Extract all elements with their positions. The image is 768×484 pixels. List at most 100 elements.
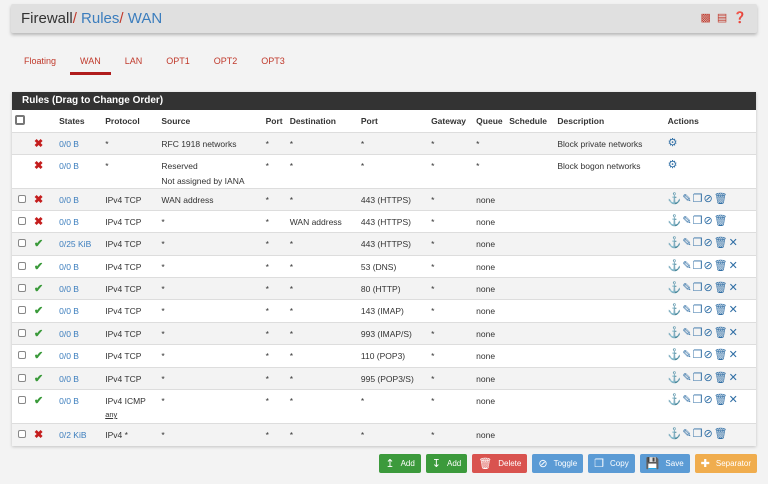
add-button[interactable]: ↥ Add	[379, 454, 421, 473]
select-all-checkbox[interactable]	[15, 114, 25, 125]
edit-icon[interactable]: ✎	[682, 349, 692, 361]
delete-icon[interactable]: 🗑	[714, 394, 729, 406]
copy-icon[interactable]: ❐	[693, 394, 704, 406]
tab-floating[interactable]: Floating	[14, 56, 66, 76]
anchor-icon[interactable]: ⚓	[668, 193, 683, 205]
copy-icon[interactable]: ❐	[693, 193, 704, 205]
edit-icon[interactable]: ✎	[682, 193, 692, 205]
disable-icon[interactable]: ⊘	[703, 282, 713, 294]
remove-icon[interactable]: ✕	[729, 372, 739, 384]
tab-lan[interactable]: LAN	[115, 56, 153, 76]
chart-icon[interactable]: ▩	[700, 12, 710, 24]
delete-icon[interactable]: 🗑	[714, 372, 729, 384]
separator-button[interactable]: ✚ Separator	[694, 454, 757, 473]
copy-icon[interactable]: ❐	[693, 349, 704, 361]
delete-icon[interactable]: 🗑	[714, 237, 729, 249]
crumb-wan[interactable]: WAN	[128, 10, 162, 27]
save-button[interactable]: 💾 Save	[639, 454, 690, 473]
row-checkbox[interactable]	[18, 328, 26, 337]
states-link[interactable]: 0/0 B	[59, 306, 79, 316]
gear-icon[interactable]: ⚙	[668, 159, 679, 171]
delete-button[interactable]: 🗑 Delete	[472, 454, 528, 473]
row-checkbox[interactable]	[18, 284, 26, 293]
edit-icon[interactable]: ✎	[682, 372, 692, 384]
table-row[interactable]: ✔ 0/0 B IPv4 TCP * * * 143 (IMAP) * none ⚓✎❐⊘🗑✕	[12, 299, 756, 323]
anchor-icon[interactable]: ⚓	[668, 428, 683, 440]
list-icon[interactable]: ▤	[717, 12, 727, 24]
states-link[interactable]: 0/0 B	[59, 374, 79, 384]
disable-icon[interactable]: ⊘	[703, 215, 713, 227]
disable-icon[interactable]: ⊘	[703, 428, 713, 440]
disable-icon[interactable]: ⊘	[703, 372, 713, 384]
disable-icon[interactable]: ⊘	[703, 193, 713, 205]
states-link[interactable]: 0/0 B	[59, 396, 79, 406]
table-row[interactable]: ✔ 0/25 KiB IPv4 TCP * * * 443 (HTTPS) * none ⚓✎❐⊘…	[12, 232, 756, 256]
delete-icon[interactable]: 🗑	[714, 428, 729, 440]
icmp-type-link[interactable]: any	[105, 410, 157, 419]
anchor-icon[interactable]: ⚓	[668, 327, 683, 339]
row-checkbox[interactable]	[18, 373, 26, 382]
add-button[interactable]: ↧ Add	[425, 454, 468, 473]
copy-icon[interactable]: ❐	[693, 304, 704, 316]
anchor-icon[interactable]: ⚓	[668, 349, 683, 361]
table-row[interactable]: ✔ 0/0 B IPv4 TCP * * * 993 (IMAP/S) * none ⚓✎❐⊘🗑✕	[12, 321, 756, 345]
states-link[interactable]: 0/0 B	[59, 284, 79, 294]
crumb-rules[interactable]: Rules	[81, 10, 119, 27]
copy-button[interactable]: ❐ Copy	[588, 454, 635, 473]
copy-icon[interactable]: ❐	[693, 372, 704, 384]
copy-icon[interactable]: ❐	[693, 260, 704, 272]
table-row[interactable]: ✔ 0/0 B IPv4 TCP * * * 80 (HTTP) * none ⚓✎❐⊘🗑✕	[12, 277, 756, 300]
states-link[interactable]: 0/0 B	[59, 217, 79, 227]
states-link[interactable]: 0/2 KiB	[59, 430, 86, 440]
anchor-icon[interactable]: ⚓	[668, 394, 683, 406]
edit-icon[interactable]: ✎	[682, 327, 692, 339]
anchor-icon[interactable]: ⚓	[668, 215, 683, 227]
edit-icon[interactable]: ✎	[682, 428, 692, 440]
disable-icon[interactable]: ⊘	[703, 304, 713, 316]
table-row[interactable]: ✖ 0/0 B * Reserved Not assigned by IANA * * * * *…	[12, 153, 756, 188]
table-row[interactable]: ✖ 0/0 B IPv4 TCP WAN address * * 443 (HTTPS) * n…	[12, 187, 756, 211]
states-link[interactable]: 0/0 B	[59, 161, 79, 171]
row-checkbox[interactable]	[18, 430, 26, 439]
delete-icon[interactable]: 🗑	[714, 349, 729, 361]
remove-icon[interactable]: ✕	[729, 394, 739, 406]
remove-icon[interactable]: ✕	[729, 260, 739, 272]
delete-icon[interactable]: 🗑	[714, 327, 729, 339]
states-link[interactable]: 0/0 B	[59, 139, 79, 149]
anchor-icon[interactable]: ⚓	[668, 372, 683, 384]
delete-icon[interactable]: 🗑	[714, 282, 729, 294]
copy-icon[interactable]: ❐	[693, 282, 704, 294]
states-link[interactable]: 0/0 B	[59, 195, 79, 205]
row-checkbox[interactable]	[18, 239, 26, 248]
copy-icon[interactable]: ❐	[693, 237, 704, 249]
table-row[interactable]: ✔ 0/0 B IPv4 TCP * * * 53 (DNS) * none ⚓✎❐⊘🗑✕	[12, 254, 756, 278]
table-row[interactable]: ✖ 0/0 B IPv4 TCP * * WAN address 443 (HTTPS) * n…	[12, 209, 756, 233]
toggle-button[interactable]: ⊘ Toggle	[532, 454, 584, 473]
anchor-icon[interactable]: ⚓	[668, 304, 683, 316]
row-checkbox[interactable]	[18, 306, 26, 315]
remove-icon[interactable]: ✕	[729, 304, 739, 316]
row-checkbox[interactable]	[18, 396, 26, 405]
anchor-icon[interactable]: ⚓	[668, 237, 683, 249]
states-link[interactable]: 0/0 B	[59, 262, 79, 272]
row-checkbox[interactable]	[18, 261, 26, 270]
table-row[interactable]: ✔ 0/0 B IPv4 TCP * * * 995 (POP3/S) * none ⚓✎❐⊘🗑✕	[12, 366, 756, 390]
remove-icon[interactable]: ✕	[729, 282, 739, 294]
edit-icon[interactable]: ✎	[682, 304, 692, 316]
table-row[interactable]: ✖ 0/2 KiB IPv4 * * * * * * none ⚓✎❐⊘🗑	[12, 423, 756, 446]
edit-icon[interactable]: ✎	[682, 282, 692, 294]
disable-icon[interactable]: ⊘	[703, 260, 713, 272]
copy-icon[interactable]: ❐	[693, 428, 704, 440]
remove-icon[interactable]: ✕	[729, 237, 739, 249]
disable-icon[interactable]: ⊘	[703, 327, 713, 339]
row-checkbox[interactable]	[18, 351, 26, 360]
edit-icon[interactable]: ✎	[682, 394, 692, 406]
edit-icon[interactable]: ✎	[682, 260, 692, 272]
anchor-icon[interactable]: ⚓	[668, 260, 683, 272]
copy-icon[interactable]: ❐	[693, 327, 704, 339]
anchor-icon[interactable]: ⚓	[668, 282, 683, 294]
states-link[interactable]: 0/25 KiB	[59, 239, 91, 249]
table-row[interactable]: ✔ 0/0 B IPv4 TCP * * * 110 (POP3) * none ⚓✎❐⊘🗑✕	[12, 344, 756, 368]
tab-wan[interactable]: WAN	[70, 56, 111, 76]
tab-opt2[interactable]: OPT2	[204, 56, 248, 76]
